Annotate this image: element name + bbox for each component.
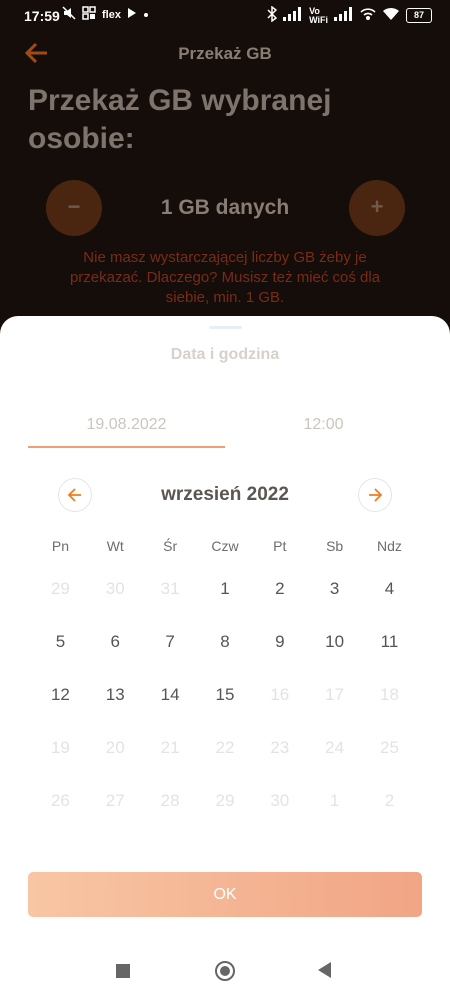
calendar-day: 28	[160, 791, 180, 810]
calendar-day[interactable]: 5	[33, 629, 88, 682]
calendar-day[interactable]: 8	[198, 629, 253, 682]
carrier-label: flex	[102, 8, 121, 21]
calendar-day[interactable]: 10	[307, 629, 362, 682]
calendar-day: 29	[215, 791, 235, 810]
calendar-day[interactable]: 11	[362, 629, 417, 682]
play-icon	[127, 7, 137, 22]
calendar-day[interactable]: 3	[307, 576, 362, 629]
status-right-icons: Vo WiFi 87	[267, 5, 432, 25]
increase-button[interactable]: +	[349, 180, 405, 236]
signal-icon-2	[334, 7, 354, 24]
ok-button[interactable]: OK	[28, 872, 422, 917]
battery-icon: 87	[406, 8, 432, 23]
system-nav-bar	[0, 940, 450, 999]
tab-date[interactable]: 19.08.2022	[28, 416, 225, 434]
weekday-label: Śr	[163, 538, 178, 554]
weekday-label: Pn	[51, 538, 69, 554]
hotspot-icon	[360, 7, 376, 24]
sheet-title: Data i godzina	[170, 346, 280, 363]
calendar-day: 1	[329, 791, 340, 810]
calendar-day: 19	[50, 738, 70, 757]
status-left-icons: flex	[62, 6, 149, 23]
weekday-label: Wt	[106, 538, 124, 554]
calendar-day[interactable]: 15	[198, 682, 253, 735]
calendar-day[interactable]: 1	[198, 576, 253, 629]
calendar-week: 5 6 7 8 9 10 11	[33, 629, 417, 682]
calendar-day[interactable]: 4	[362, 576, 417, 629]
calendar-grid: 29 30 31 1 2 3 4 5 6 7 8 9 10 11 12 13 14 15 16 17 18 19 20 21 2…	[33, 576, 417, 841]
datetime-bottom-sheet: Data i godzina 19.08.2022 12:00 wrzesień…	[0, 316, 450, 999]
calendar-day: 2	[384, 791, 395, 810]
vowifi-icon: Vo WiFi	[309, 5, 328, 25]
calendar-day[interactable]: 9	[252, 629, 307, 682]
bluetooth-icon	[267, 5, 278, 25]
back-icon[interactable]	[318, 962, 331, 978]
header-title: Przekaż GB	[178, 44, 272, 63]
calendar-day: 21	[160, 738, 180, 757]
tab-time[interactable]: 12:00	[225, 416, 422, 434]
status-time: 17:59	[24, 8, 60, 24]
calendar-day: 26	[50, 791, 70, 810]
calendar-week: 26 27 28 29 30 1 2	[33, 788, 417, 841]
recents-icon[interactable]	[116, 964, 130, 978]
page-heading: Przekaż GB wybranej osobie:	[28, 84, 332, 155]
calendar-day: 17	[325, 685, 345, 704]
calendar-day: 16	[270, 685, 290, 704]
calendar-week: 12 13 14 15 16 17 18	[33, 682, 417, 735]
calendar-day[interactable]: 12	[33, 682, 88, 735]
tab-date-underline	[28, 446, 225, 448]
weekday-label: Pt	[273, 538, 287, 554]
calendar-day: 23	[270, 738, 290, 757]
calendar-day: 30	[105, 579, 125, 598]
sheet-handle[interactable]	[209, 326, 242, 329]
calendar-day: 27	[105, 791, 125, 810]
calendar-week: 29 30 31 1 2 3 4	[33, 576, 417, 629]
mute-icon	[62, 6, 76, 23]
calendar-day: 30	[270, 791, 290, 810]
app-icon	[82, 6, 96, 23]
signal-icon	[283, 7, 303, 24]
calendar-day: 18	[380, 685, 399, 704]
arrow-right-icon	[369, 488, 383, 502]
calendar-day: 24	[325, 738, 345, 757]
next-month-button[interactable]	[358, 478, 392, 512]
wifi-icon	[382, 7, 400, 24]
calendar-week: 19 20 21 22 23 24 25	[33, 735, 417, 788]
calendar-day[interactable]: 13	[88, 682, 143, 735]
weekday-label: Sb	[326, 538, 344, 554]
weekday-label: Czw	[211, 538, 239, 554]
calendar-day: 31	[160, 579, 180, 598]
home-icon[interactable]	[215, 961, 235, 981]
status-bar: 17:59 flex Vo WiFi 87	[0, 0, 450, 32]
calendar-day[interactable]: 6	[88, 629, 143, 682]
dot-icon	[143, 9, 149, 21]
calendar-day: 29	[50, 579, 70, 598]
weekday-header: Pn Wt Śr Czw Pt Sb Ndz	[33, 538, 417, 554]
calendar-day: 20	[105, 738, 125, 757]
calendar-day[interactable]: 14	[143, 682, 198, 735]
weekday-label: Ndz	[377, 538, 402, 554]
calendar-day[interactable]: 2	[252, 576, 307, 629]
calendar-day[interactable]: 7	[143, 629, 198, 682]
calendar-day: 25	[380, 738, 399, 757]
calendar-day: 22	[215, 738, 235, 757]
warning-message: Nie masz wystarczającej liczby GB żeby j…	[69, 249, 381, 306]
